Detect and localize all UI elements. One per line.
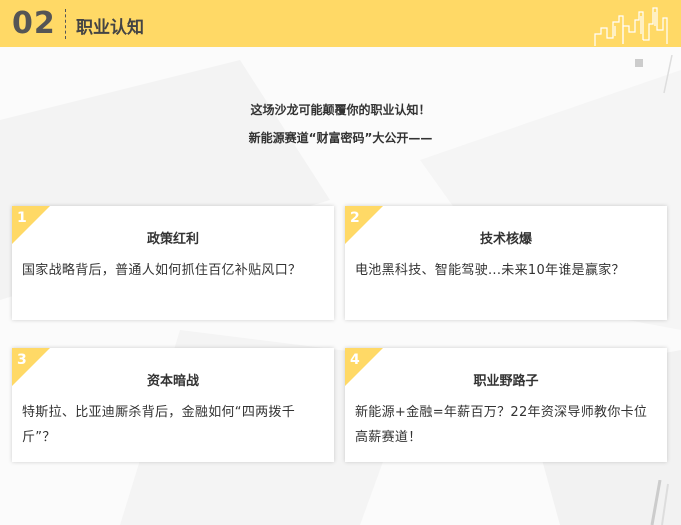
deco-lines-bottom [650, 480, 669, 525]
card-3: 3 资本暗战 特斯拉、比亚迪厮杀背后，金融如何“四两拨千斤”？ [12, 348, 334, 462]
card-body: 特斯拉、比亚迪厮杀背后，金融如何“四两拨千斤”？ [22, 405, 296, 445]
card-4: 4 职业野路子 新能源+金融=年薪百万？22年资深导师教你卡位高薪赛道！ [345, 348, 667, 462]
card-body: 新能源+金融=年薪百万？22年资深导师教你卡位高薪赛道！ [355, 405, 648, 445]
section-number: 02 [12, 6, 56, 41]
card-title: 技术核爆 [479, 232, 532, 247]
card-body: 国家战略背后，普通人如何抓住百亿补贴风口？ [22, 263, 302, 278]
deco-square [635, 59, 643, 67]
header-divider [65, 9, 66, 39]
card-body: 电池黑科技、智能驾驶...未来10年谁是赢家？ [355, 263, 625, 278]
section-title: 职业认知 [76, 18, 144, 38]
section-header: 02 职业认知 [0, 0, 681, 47]
page: 02 职业认知 这场沙龙可能颠覆你的职业认知！ 新能源赛道“财富密码”大公开——… [0, 0, 681, 525]
card-title: 资本暗战 [146, 374, 199, 389]
deco-lines-top [663, 55, 673, 94]
city-skyline-icon [594, 7, 668, 46]
card-1: 1 政策红利 国家战略背后，普通人如何抓住百亿补贴风口？ [12, 206, 334, 320]
intro-line-2: 新能源赛道“财富密码”大公开—— [248, 131, 433, 145]
card-2: 2 技术核爆 电池黑科技、智能驾驶...未来10年谁是赢家？ [345, 206, 667, 320]
card-index: 2 [350, 210, 360, 226]
card-index: 4 [350, 352, 360, 368]
card-title: 政策红利 [146, 232, 199, 247]
card-index: 1 [17, 210, 27, 226]
intro-line-1: 这场沙龙可能颠覆你的职业认知！ [250, 103, 431, 117]
card-index: 3 [17, 352, 27, 368]
card-title: 职业野路子 [473, 374, 539, 389]
